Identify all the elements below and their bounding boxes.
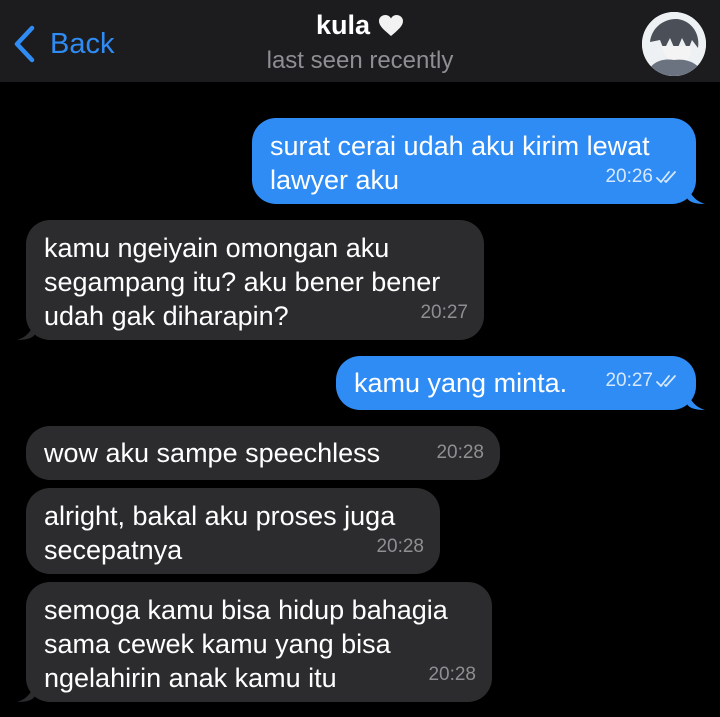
- last-seen-status: last seen recently: [266, 47, 454, 74]
- bubble-tail: [17, 318, 35, 340]
- avatar[interactable]: [642, 12, 706, 76]
- double-check-icon: [656, 171, 676, 183]
- double-check-icon: [656, 375, 676, 387]
- message-bubble-outgoing[interactable]: kamu yang minta. 20:27: [336, 356, 705, 410]
- back-label: Back: [50, 27, 115, 60]
- message-bubble-incoming[interactable]: kamu ngeiyain omongan aku segampang itu?…: [17, 220, 484, 340]
- message-meta: 20:28: [376, 530, 424, 564]
- message-text: semoga kamu bisa hidup bahagia sama cewe…: [44, 595, 448, 693]
- message-text: kamu ngeiyain omongan aku segampang itu?…: [44, 233, 441, 331]
- avatar-image: [642, 12, 706, 76]
- bubble-tail: [687, 388, 705, 410]
- message-time: 20:27: [420, 302, 468, 323]
- message-time: 20:28: [436, 442, 484, 463]
- bubble-tail: [687, 182, 705, 204]
- contact-name: kula: [315, 10, 371, 40]
- message-meta: 20:27: [605, 364, 680, 398]
- message-bubble-incoming[interactable]: alright, bakal aku proses juga secepatny…: [26, 488, 440, 574]
- bubble-tail: [17, 680, 35, 702]
- message-time: 20:26: [605, 166, 653, 187]
- message-meta: 20:27: [420, 296, 468, 330]
- message-meta: 20:26: [605, 160, 680, 194]
- message-bubble-outgoing[interactable]: surat cerai udah aku kirim lewat lawyer …: [252, 118, 705, 204]
- contact-name-row: kula: [316, 10, 404, 41]
- back-button[interactable]: Back: [12, 22, 114, 66]
- message-text: wow aku sampe speechless: [44, 438, 381, 468]
- message-time: 20:28: [428, 664, 476, 685]
- message-bubble-incoming[interactable]: wow aku sampe speechless 20:28: [26, 426, 500, 480]
- chat-title-area[interactable]: kula last seen recently: [200, 10, 520, 75]
- message-text: alright, bakal aku proses juga secepatny…: [44, 501, 396, 565]
- chevron-left-icon: [14, 25, 35, 63]
- chat-header: Back kula last seen recently: [0, 0, 720, 82]
- message-bubble-incoming[interactable]: semoga kamu bisa hidup bahagia sama cewe…: [17, 582, 492, 702]
- message-time: 20:27: [605, 370, 653, 391]
- message-meta: 20:28: [428, 658, 476, 692]
- message-time: 20:28: [376, 536, 424, 557]
- white-heart-icon: [379, 14, 404, 36]
- message-meta: 20:28: [436, 436, 484, 470]
